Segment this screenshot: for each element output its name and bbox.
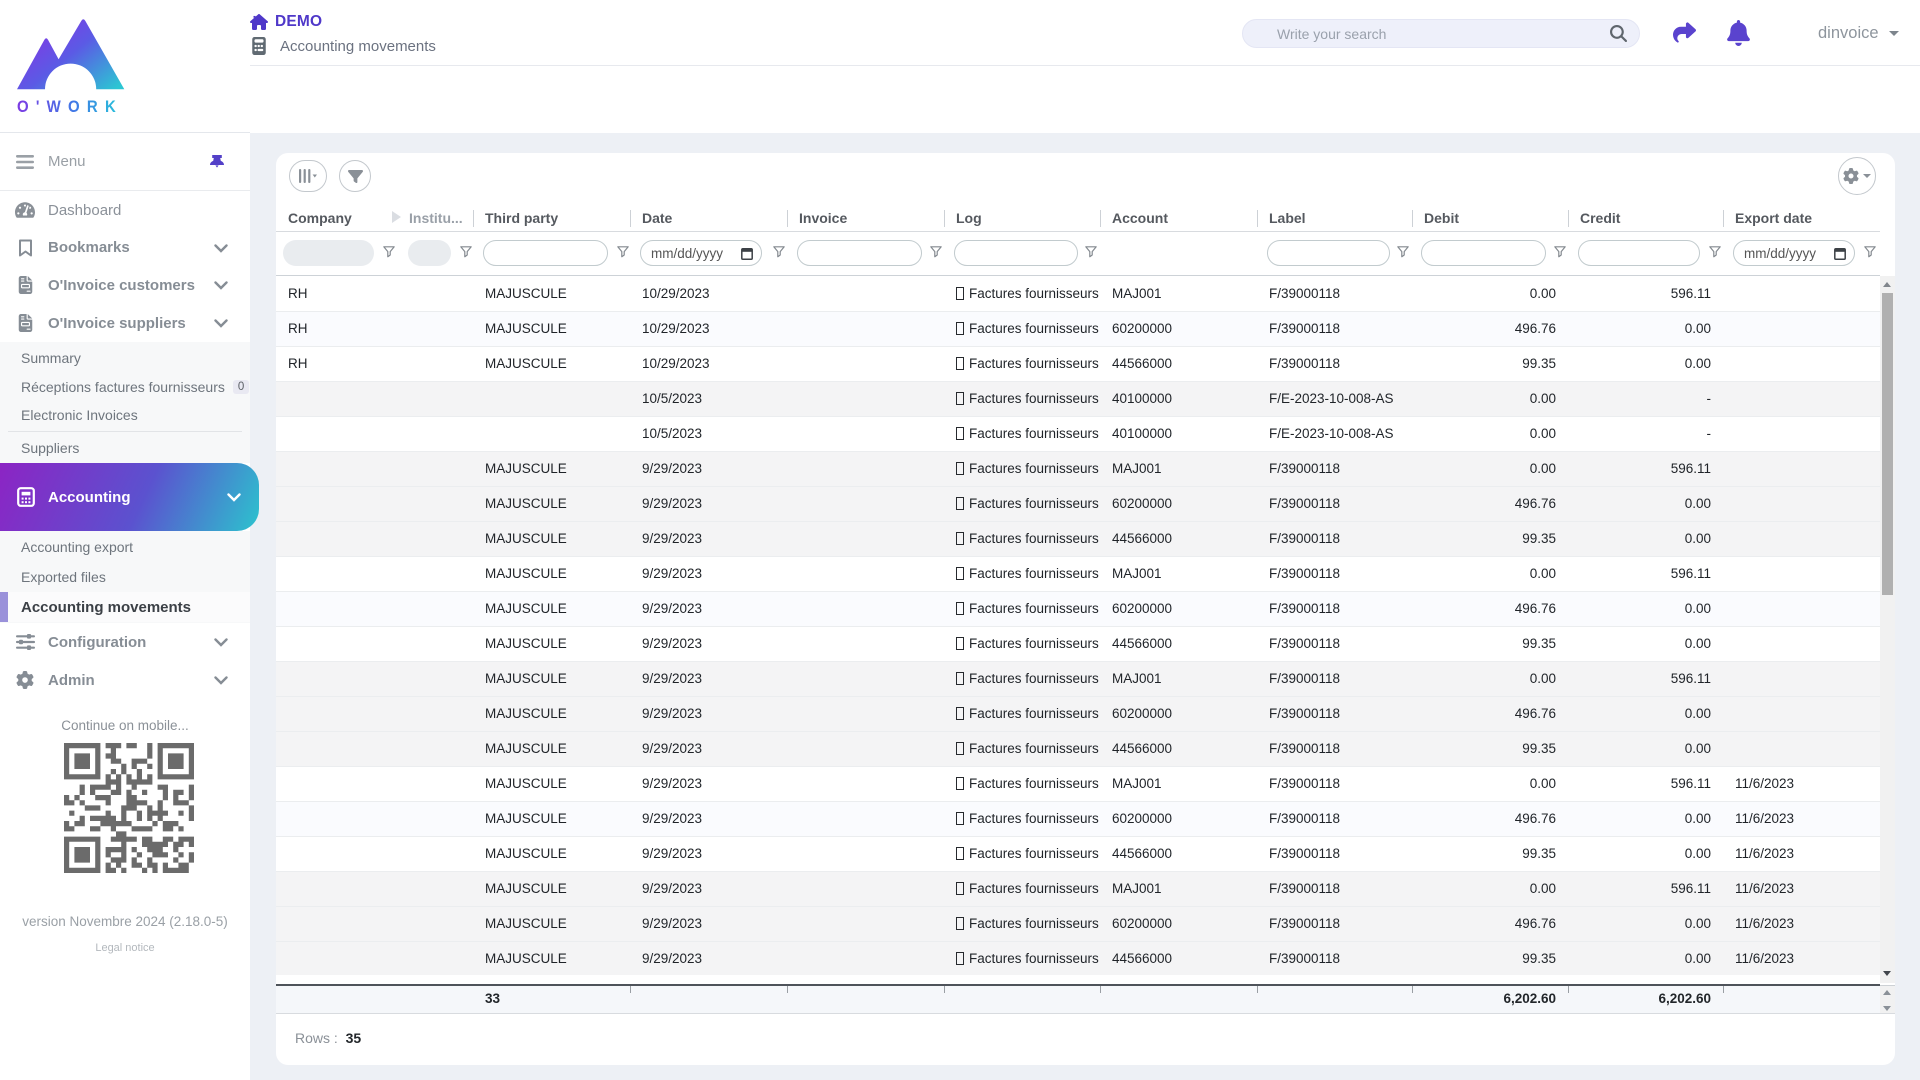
svg-text:O'WORK: O'WORK (17, 98, 123, 116)
